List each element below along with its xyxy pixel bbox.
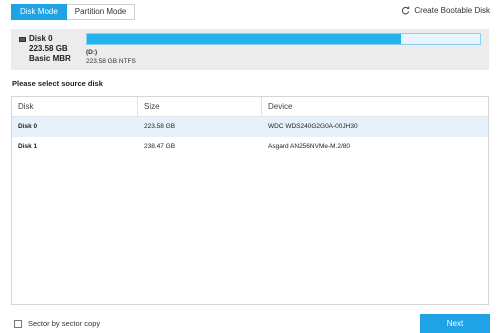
- create-bootable-disk-button[interactable]: Create Bootable Disk: [401, 6, 490, 15]
- partition-detail: 223.58 GB NTFS: [86, 58, 136, 65]
- tab-disk-mode[interactable]: Disk Mode: [11, 4, 67, 20]
- partition-label: (D:) 223.58 GB NTFS: [86, 48, 136, 66]
- create-bootable-disk-label: Create Bootable Disk: [414, 6, 490, 15]
- table-header: Disk Size Device: [12, 97, 488, 117]
- cell-size: 223.58 GB: [144, 123, 176, 130]
- disk-type: Basic MBR: [29, 54, 71, 63]
- table-row[interactable]: Disk 0 223.58 GB WDC WDS240G2G0A-00JH30: [12, 117, 488, 137]
- sector-copy-label: Sector by sector copy: [28, 319, 101, 328]
- disk-info: Disk 0 223.58 GB Basic MBR: [19, 34, 71, 64]
- disk-size: 223.58 GB: [29, 44, 68, 53]
- cell-device: WDC WDS240G2G0A-00JH30: [268, 123, 358, 130]
- table-row[interactable]: Disk 1 238.47 GB Asgard AN256NVMe-M.2/80: [12, 137, 488, 157]
- cell-device: Asgard AN256NVMe-M.2/80: [268, 143, 351, 150]
- next-button[interactable]: Next: [420, 314, 490, 333]
- column-header-device[interactable]: Device: [262, 97, 488, 116]
- cell-size: 238.47 GB: [144, 143, 176, 150]
- tab-partition-mode[interactable]: Partition Mode: [66, 4, 136, 20]
- column-header-disk[interactable]: Disk: [12, 97, 138, 116]
- disk-table: Disk Size Device Disk 0 223.58 GB WDC WD…: [11, 96, 489, 305]
- sector-copy-checkbox[interactable]: [14, 319, 22, 328]
- select-source-prompt: Please select source disk: [12, 79, 103, 88]
- cell-disk: Disk 0: [18, 123, 38, 130]
- mode-tabs: Disk Mode Partition Mode: [11, 4, 136, 20]
- disk-name: Disk 0: [29, 34, 53, 43]
- sector-copy-option[interactable]: Sector by sector copy: [14, 319, 100, 328]
- partition-used-fill: [87, 34, 402, 44]
- partition-bar[interactable]: [86, 33, 481, 45]
- hard-drive-icon: [19, 36, 26, 42]
- column-header-size[interactable]: Size: [138, 97, 262, 116]
- refresh-icon: [402, 6, 410, 15]
- disk-map-panel: Disk 0 223.58 GB Basic MBR (D:) 223.58 G…: [11, 29, 489, 70]
- partition-letter: (D:): [86, 49, 98, 56]
- cell-disk: Disk 1: [18, 143, 38, 150]
